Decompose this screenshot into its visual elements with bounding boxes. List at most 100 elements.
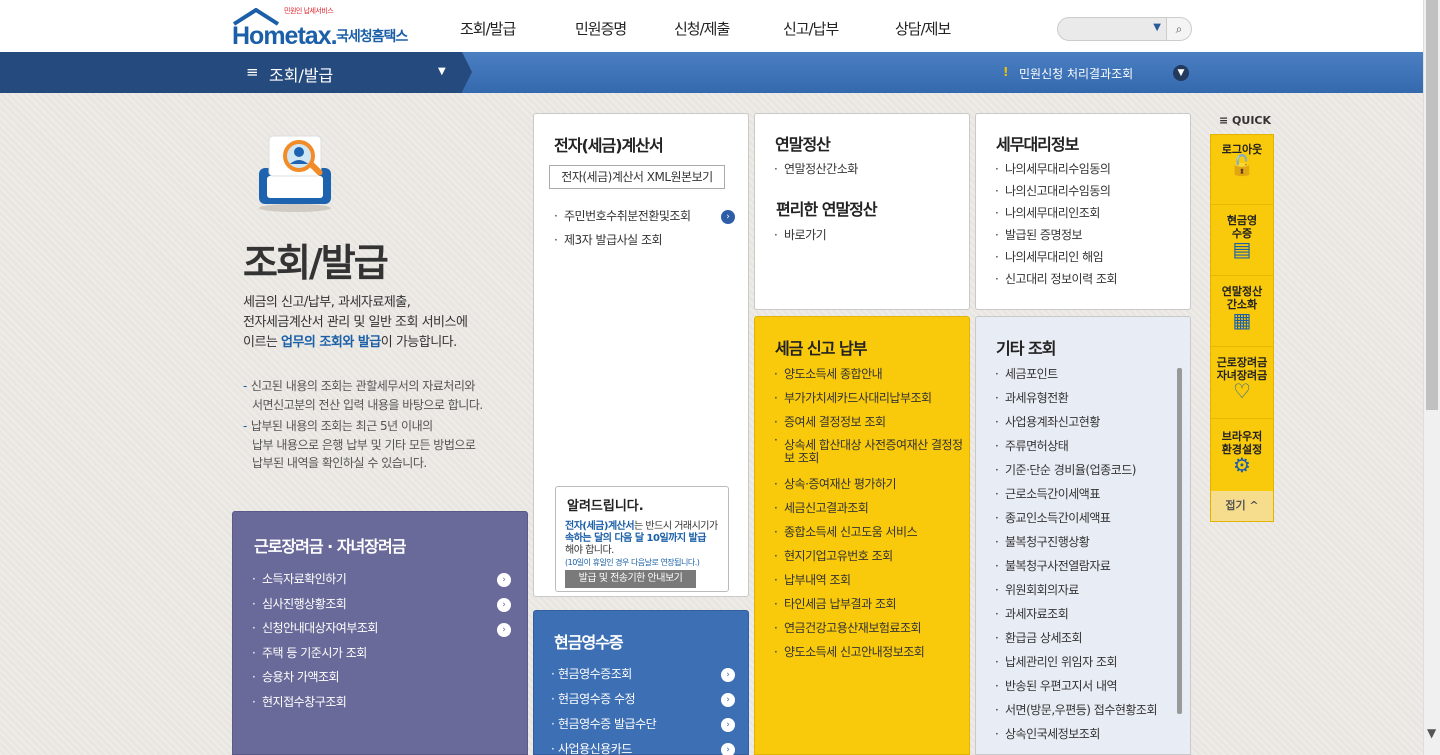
chevron-down-icon[interactable]: ▼ (438, 66, 446, 77)
page-scrollbar[interactable]: ▼ (1423, 0, 1440, 755)
list-item[interactable]: 신고대리 정보이력 조회 (995, 268, 1118, 290)
nav-inquiry[interactable]: 조회/발급 (460, 18, 516, 39)
nav-filing[interactable]: 신고/납부 (783, 18, 839, 39)
list-item[interactable]: 불복청구진행상황 (995, 530, 1157, 554)
logo-brand: Hometax. (232, 22, 338, 50)
quick-label: ≡ QUICK (1219, 114, 1272, 127)
list-item[interactable]: 현지접수창구조회 (252, 690, 378, 715)
list-item[interactable]: 바로가기 (774, 223, 827, 247)
deadline-guide-button[interactable]: 발급 및 전송기한 안내보기 (565, 570, 696, 588)
quick-logout[interactable]: 로그아웃 🔓 (1211, 135, 1273, 205)
list-item[interactable]: 상속인국세정보조회 (995, 722, 1157, 746)
chevron-right-icon[interactable]: › (497, 623, 511, 637)
quick-incentive[interactable]: 근로장려금자녀장려금 ♡ (1211, 347, 1273, 419)
list-item[interactable]: 나의세무대리인조회 (995, 202, 1117, 224)
list-item[interactable]: 환급금 상세조회 (995, 626, 1157, 650)
etax-list: 주민번호수취분전환및조회 제3자 발급사실 조회 (554, 204, 691, 252)
list-item[interactable]: 부가가치세카드사대리납부조회 (774, 386, 966, 410)
nav-consult[interactable]: 상담/제보 (895, 18, 951, 39)
list-item[interactable]: 연말정산간소화 (774, 157, 858, 181)
heart-icon: ♡ (1233, 379, 1251, 403)
notice-box: 알려드립니다. 전자(세금)계산서는 반드시 거래시기가 속하는 달의 다음 달 … (555, 486, 729, 592)
receipt-icon: ▤ (1232, 237, 1252, 261)
chevron-right-icon[interactable]: › (721, 668, 735, 682)
list-item[interactable]: 과세자료조회 (995, 602, 1157, 626)
gear-icon: ⚙ (1233, 453, 1251, 477)
list-item[interactable]: 기준·단순 경비율(업종코드) (995, 458, 1157, 482)
list-item[interactable]: 양도소득세 신고안내정보조회 (774, 640, 966, 664)
chevron-right-icon[interactable]: › (497, 573, 511, 587)
list-item[interactable]: 나의신고대리수임동의 (995, 180, 1117, 202)
chevron-down-icon[interactable]: ▼ (1153, 22, 1161, 33)
sub-title[interactable]: 조회/발급 (269, 62, 333, 86)
list-item[interactable]: 증여세 결정정보 조회 (774, 410, 966, 434)
logo-korean: 국세청홈택스 (336, 29, 408, 45)
list-item[interactable]: 발급된 증명정보 (995, 224, 1117, 246)
logo-subtitle: 민원인 납세서비스 (284, 7, 334, 15)
list-item[interactable]: 근로소득간이세액표 (995, 482, 1157, 506)
list-item[interactable]: 세금포인트 (995, 362, 1157, 386)
chevron-right-icon[interactable]: › (721, 718, 735, 732)
list-item[interactable]: 현금영수증 발급수단 (551, 712, 657, 737)
list-item[interactable]: 반송된 우편고지서 내역 (995, 674, 1157, 698)
nav-application[interactable]: 신청/제출 (674, 18, 730, 39)
quick-browser-settings[interactable]: 브라우저환경설정 ⚙ (1211, 419, 1273, 491)
list-item[interactable]: 현금영수증조회 (551, 662, 656, 687)
incentive-title: 근로장려금 · 자녀장려금 (254, 537, 406, 556)
page-title: 조회/발급 (243, 241, 389, 285)
list-item[interactable]: 종합소득세 신고도움 서비스 (774, 520, 966, 544)
quick-fold-button[interactable]: 접기 ^ (1211, 491, 1273, 521)
menu-icon[interactable]: ≡ (246, 63, 259, 81)
list-item[interactable]: 타인세금 납부결과 조회 (774, 592, 966, 616)
list-item[interactable]: 과세유형전환 (995, 386, 1157, 410)
list-item[interactable]: 상속·증여재산 평가하기 (774, 472, 966, 496)
chevron-right-icon[interactable]: › (497, 598, 511, 612)
list-item[interactable]: 심사진행상황조회 (252, 592, 378, 617)
etax-title: 전자(세금)계산서 (554, 136, 664, 155)
complaint-result-link[interactable]: 민원신청 처리결과조회 (1019, 65, 1133, 82)
list-item[interactable]: 상속세 합산대상 사전증여재산 결정정보 조회 (774, 434, 966, 472)
list-item[interactable]: 서면(방문,우편등) 접수현황조회 (995, 698, 1158, 722)
list-item[interactable]: 세금신고결과조회 (774, 496, 966, 520)
quick-cash-receipt[interactable]: 현금영수증 ▤ (1211, 205, 1273, 276)
quick-yearend[interactable]: 연말정산간소화 ▦ (1211, 276, 1273, 347)
list-item[interactable]: 양도소득세 종합안내 (774, 362, 966, 386)
list-item[interactable]: 현금영수증 수정 (551, 687, 656, 712)
list-item[interactable]: 신청안내대상자여부조회 (252, 616, 378, 641)
etc-inquiry-card: 기타 조회 세금포인트 과세유형전환 사업용계좌신고현황 주류면허상태 기준·단… (975, 316, 1191, 755)
list-item[interactable]: 사업용계좌신고현황 (995, 410, 1157, 434)
list-item[interactable]: 위원회회의자료 (995, 578, 1157, 602)
list-item[interactable]: 납부내역 조회 (774, 568, 966, 592)
list-item[interactable]: 승용차 가액조회 (252, 665, 378, 690)
list-item[interactable]: 나의세무대리인 해임 (995, 246, 1117, 268)
search-button[interactable]: ⌕ (1166, 17, 1192, 41)
agent-title: 세무대리정보 (996, 135, 1079, 154)
list-item[interactable]: 소득자료확인하기 (252, 567, 378, 592)
xml-view-button[interactable]: 전자(세금)계산서 XML원본보기 (549, 165, 725, 189)
scrollbar-thumb[interactable] (1426, 0, 1438, 410)
list-item[interactable]: 제3자 발급사실 조회 (554, 228, 690, 252)
list-item[interactable]: 나의세무대리수임동의 (995, 158, 1117, 180)
header: 민원인 납세서비스 Hometax. 국세청홈택스 조회/발급 민원증명 신청/… (0, 0, 1423, 52)
document-search-icon: ▦ (1232, 308, 1252, 332)
list-item[interactable]: 주택 등 기준시가 조회 (252, 641, 378, 666)
chevron-right-icon[interactable]: › (721, 693, 735, 707)
search-input[interactable]: ▼ (1057, 17, 1167, 41)
list-item[interactable]: 종교인소득간이세액표 (995, 506, 1157, 530)
chevron-right-icon[interactable]: › (721, 210, 735, 224)
chevron-right-icon[interactable]: › (721, 743, 735, 755)
chevron-down-icon[interactable]: ▼ (1173, 65, 1189, 81)
nav-certificate[interactable]: 민원증명 (575, 18, 627, 39)
list-item[interactable]: 사업용신용카드 (551, 737, 656, 755)
page-description: 세금의 신고/납부, 과세자료제출, 전자세금계산서 관리 및 일반 조회 서비… (243, 295, 468, 350)
etc-scrollbar[interactable] (1177, 368, 1182, 714)
list-item[interactable]: 현지기업고유번호 조회 (774, 544, 966, 568)
chevron-down-icon[interactable]: ▼ (1427, 726, 1436, 740)
list-item[interactable]: 납세관리인 위임자 조회 (995, 650, 1157, 674)
list-item[interactable]: 불복청구사전열람자료 (995, 554, 1157, 578)
list-item[interactable]: 연금건강고용산재보험료조회 (774, 616, 966, 640)
list-item[interactable]: 주민번호수취분전환및조회 (554, 204, 691, 228)
hometax-logo[interactable]: 민원인 납세서비스 Hometax. 국세청홈택스 (232, 6, 412, 50)
yearend-title-2: 편리한 연말정산 (776, 200, 878, 219)
list-item[interactable]: 주류면허상태 (995, 434, 1157, 458)
